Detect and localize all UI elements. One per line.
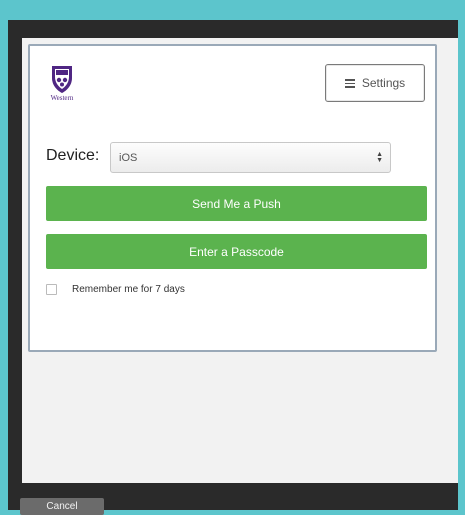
enter-passcode-button[interactable]: Enter a Passcode: [46, 234, 427, 269]
settings-label: Settings: [361, 76, 406, 90]
western-logo: Western: [44, 64, 80, 112]
device-selected-value: iOS: [119, 151, 138, 164]
cancel-button[interactable]: Cancel: [20, 498, 104, 515]
device-label: Device:: [46, 147, 100, 164]
hamburger-icon: [344, 79, 355, 88]
remember-me-checkbox[interactable]: [46, 284, 57, 295]
send-push-button[interactable]: Send Me a Push: [46, 186, 427, 221]
dialog-frame: Western Settings Device: iOS ▲ ▼ Send Me …: [8, 20, 458, 515]
settings-button[interactable]: Settings: [325, 64, 425, 102]
auth-card: Western Settings Device: iOS ▲ ▼ Send Me …: [28, 44, 437, 352]
auth-panel: Western Settings Device: iOS ▲ ▼ Send Me …: [22, 38, 458, 483]
remember-me-label: Remember me for 7 days: [72, 284, 185, 295]
select-arrows-icon: ▲ ▼: [376, 151, 383, 164]
remember-me-row: Remember me for 7 days: [46, 284, 185, 295]
western-crest-icon: [52, 66, 72, 93]
logo-text: Western: [50, 94, 74, 102]
device-select[interactable]: iOS ▲ ▼: [110, 142, 391, 173]
